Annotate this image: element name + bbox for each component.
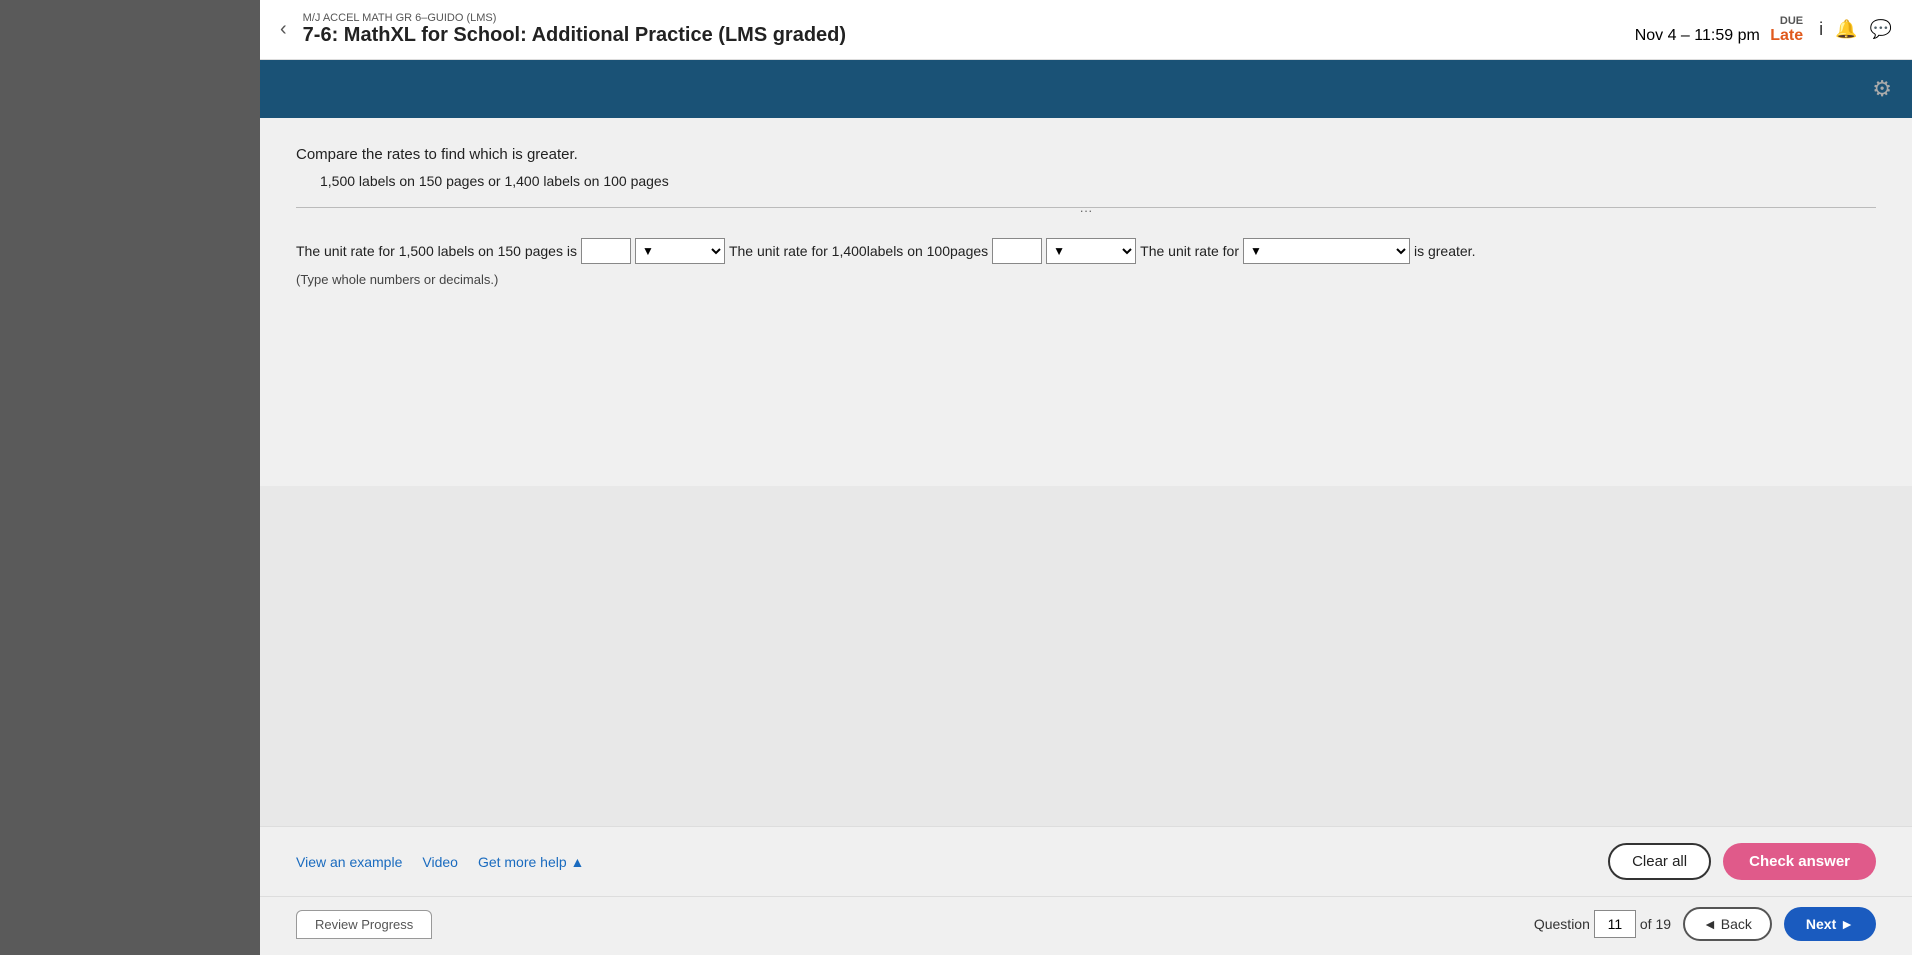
bottom-links: View an example Video Get more help ▲ [296, 854, 584, 870]
answer-part1: The unit rate for 1,500 labels on 150 pa… [296, 243, 577, 259]
teal-banner: ⚙ [260, 60, 1912, 118]
chat-icon[interactable]: 💬 [1870, 19, 1892, 40]
get-more-help-link[interactable]: Get more help ▲ [478, 854, 584, 870]
answer-note: (Type whole numbers or decimals.) [296, 272, 1876, 287]
divider-dots: ··· [1070, 203, 1103, 218]
video-link[interactable]: Video [422, 854, 458, 870]
answer-part2: The unit rate for 1,400labels on 100page… [729, 243, 988, 259]
settings-icon[interactable]: ⚙ [1872, 76, 1892, 102]
question-label: Question [1534, 916, 1590, 932]
clear-all-button[interactable]: Clear all [1608, 843, 1711, 880]
info-icon[interactable]: i [1819, 19, 1823, 40]
header-left: ‹ M/J ACCEL MATH GR 6–GUIDO (LMS) 7-6: M… [280, 12, 846, 47]
unit-rate-2-input[interactable] [992, 238, 1042, 264]
greater-rate-select[interactable]: ▼ 1,500 labels on 150 pages 1,400 labels… [1243, 238, 1410, 264]
question-nav: Question 11 of 19 [1534, 910, 1671, 938]
due-label: DUE [1780, 15, 1803, 27]
due-section: DUE Nov 4 – 11:59 pm Late [1635, 15, 1803, 45]
header-icons: i 🔔 💬 [1819, 19, 1892, 40]
main-container: ‹ M/J ACCEL MATH GR 6–GUIDO (LMS) 7-6: M… [260, 0, 1912, 955]
header: ‹ M/J ACCEL MATH GR 6–GUIDO (LMS) 7-6: M… [260, 0, 1912, 60]
due-status: Late [1770, 27, 1803, 44]
question-subtext: 1,500 labels on 150 pages or 1,400 label… [320, 173, 1876, 189]
unit-rate-1-select[interactable]: ▼ labels/page pages/label [635, 238, 725, 264]
of-label: of 19 [1640, 916, 1671, 932]
left-sidebar [0, 0, 260, 955]
answer-part4: is greater. [1414, 243, 1475, 259]
back-button[interactable]: ◄ Back [1683, 907, 1772, 941]
bottom-right-buttons: Clear all Check answer [1608, 843, 1876, 880]
header-title-group: M/J ACCEL MATH GR 6–GUIDO (LMS) 7-6: Mat… [303, 12, 846, 47]
header-right: DUE Nov 4 – 11:59 pm Late i 🔔 💬 [1635, 15, 1892, 45]
review-progress-button[interactable]: Review Progress [296, 910, 432, 939]
bell-icon[interactable]: 🔔 [1835, 19, 1857, 40]
back-arrow-icon[interactable]: ‹ [280, 18, 287, 41]
answer-part3: The unit rate for [1140, 243, 1239, 259]
unit-rate-1-input[interactable] [581, 238, 631, 264]
question-instruction: Compare the rates to find which is great… [296, 146, 1876, 163]
next-button[interactable]: Next ► [1784, 907, 1876, 941]
course-label: M/J ACCEL MATH GR 6–GUIDO (LMS) [303, 12, 846, 24]
content-area: Compare the rates to find which is great… [260, 118, 1912, 486]
view-example-link[interactable]: View an example [296, 854, 402, 870]
answer-row: The unit rate for 1,500 labels on 150 pa… [296, 238, 1876, 264]
divider [296, 207, 1876, 208]
bottom-toolbar: View an example Video Get more help ▲ Cl… [260, 826, 1912, 896]
nav-bar: Review Progress Question 11 of 19 ◄ Back… [260, 896, 1912, 955]
due-date: Nov 4 – 11:59 pm Late [1635, 27, 1803, 45]
question-number-input[interactable]: 11 [1594, 910, 1636, 938]
unit-rate-2-select[interactable]: ▼ labels/page pages/label [1046, 238, 1136, 264]
check-answer-button[interactable]: Check answer [1723, 843, 1876, 880]
assignment-title: 7-6: MathXL for School: Additional Pract… [303, 24, 846, 47]
